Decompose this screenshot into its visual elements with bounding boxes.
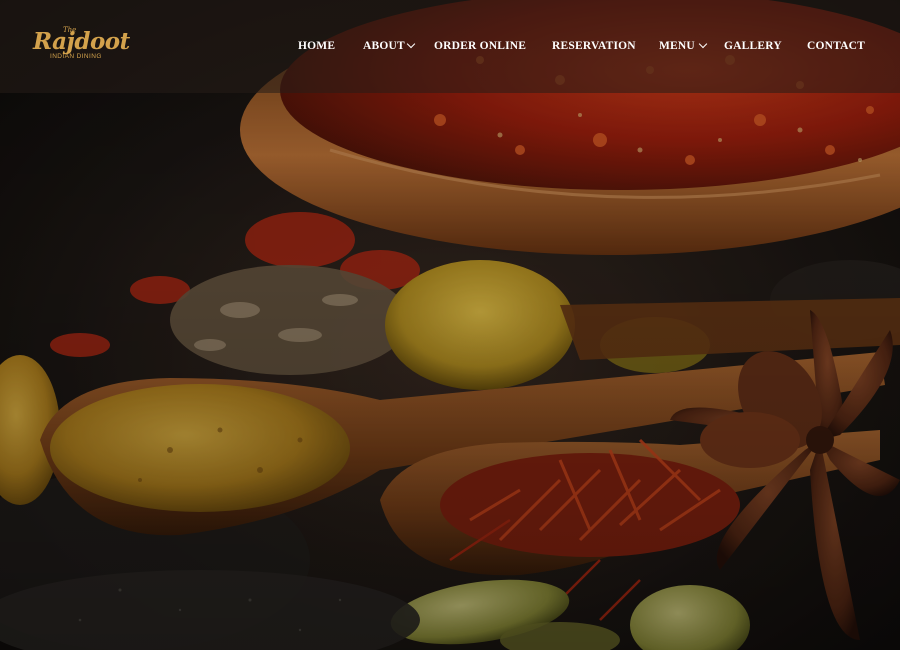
nav-item-gallery[interactable]: GALLERY: [724, 38, 782, 54]
nav-item-home[interactable]: HOME: [298, 38, 335, 54]
nav-item-order-online[interactable]: ORDER ONLINE: [434, 38, 526, 54]
nav-item-contact[interactable]: CONTACT: [807, 38, 865, 54]
nav-item-menu[interactable]: MENU: [659, 38, 695, 54]
brand-logo[interactable]: The Rajdoot INDIAN DINING: [33, 26, 133, 66]
logo-name: Rajdoot: [33, 28, 130, 55]
site-header: The Rajdoot INDIAN DINING HOME ABOUT ORD…: [0, 0, 900, 93]
nav-item-reservation[interactable]: RESERVATION: [552, 38, 636, 54]
nav-item-about[interactable]: ABOUT: [363, 38, 405, 54]
hero-background-image: [0, 0, 900, 650]
chevron-down-icon[interactable]: [698, 39, 708, 49]
chevron-down-icon[interactable]: [406, 39, 416, 49]
logo-tagline: INDIAN DINING: [50, 53, 102, 60]
